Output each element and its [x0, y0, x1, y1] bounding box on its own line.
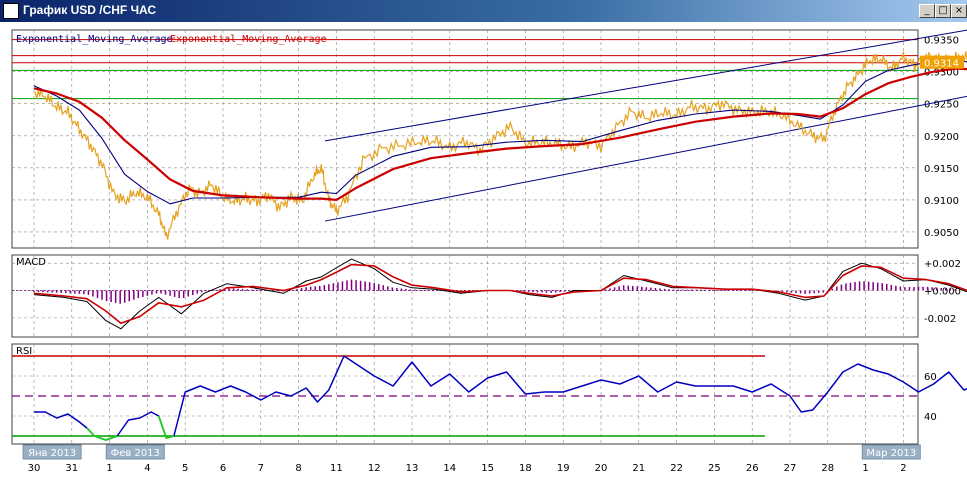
window-title: График USD /CHF ЧАС: [23, 3, 157, 17]
x-tick-label: 7: [258, 463, 264, 474]
month-label: Мар 2013: [866, 448, 916, 459]
price-ytick-label: 0.9100: [924, 196, 959, 207]
x-tick-label: 13: [406, 463, 419, 474]
price-ytick-label: 0.9350: [924, 36, 959, 47]
price-ytick-label: 0.9200: [924, 132, 959, 143]
x-tick-label: 27: [784, 463, 797, 474]
x-tick-label: 2: [900, 463, 906, 474]
macd-ytick-label: +0.000: [924, 287, 961, 298]
x-tick-label: 1: [862, 463, 868, 474]
x-tick-label: 25: [708, 463, 721, 474]
x-tick-label: 22: [670, 463, 683, 474]
close-button[interactable]: ×: [951, 4, 967, 18]
macd-ytick-label: -0.002: [924, 314, 956, 325]
x-tick-label: 15: [481, 463, 494, 474]
x-tick-label: 4: [144, 463, 150, 474]
macd-panel-frame: [11, 254, 919, 338]
chart-window-icon: [3, 3, 19, 19]
macd-title: MACD: [16, 257, 46, 268]
macd-ytick-label: +0.002: [924, 259, 961, 270]
x-tick-label: 6: [220, 463, 226, 474]
price-ytick-label: 0.9050: [924, 228, 959, 239]
legend-ema-fast: Exponential_Moving_Average: [16, 34, 173, 45]
month-label: Фев 2013: [111, 448, 160, 459]
x-tick-label: 21: [632, 463, 645, 474]
x-tick-label: 8: [295, 463, 301, 474]
x-tick-label: 1: [106, 463, 112, 474]
maximize-button[interactable]: □: [935, 4, 951, 18]
price-ytick-label: 0.9150: [924, 164, 959, 175]
x-tick-label: 28: [821, 463, 834, 474]
x-tick-label: 20: [595, 463, 608, 474]
rsi-panel-frame: [11, 343, 919, 445]
minimize-button[interactable]: _: [919, 4, 935, 18]
month-label: Янв 2013: [28, 448, 76, 459]
chart-window: График USD /CHF ЧАС _ □ × 0.9350 0.9300 0.…: [0, 0, 967, 483]
rsi-ytick-label: 60: [924, 372, 937, 383]
rsi-ytick-label: 40: [924, 412, 937, 423]
title-bar[interactable]: График USD /CHF ЧАС _ □ ×: [0, 0, 967, 22]
x-tick-label: 31: [65, 463, 78, 474]
current-price-label: 0.9314: [924, 59, 959, 70]
x-tick-label: 12: [368, 463, 381, 474]
x-tick-label: 26: [746, 463, 759, 474]
x-tick-label: 30: [28, 463, 41, 474]
chart-area: 0.93500.93000.92500.92000.91500.91000.90…: [0, 22, 967, 483]
x-tick-label: 18: [519, 463, 532, 474]
x-tick-label: 14: [443, 463, 456, 474]
x-tick-label: 19: [557, 463, 570, 474]
x-tick-label: 11: [330, 463, 343, 474]
x-tick-label: 5: [182, 463, 188, 474]
legend-ema-slow: Exponential_Moving_Average: [170, 34, 327, 45]
